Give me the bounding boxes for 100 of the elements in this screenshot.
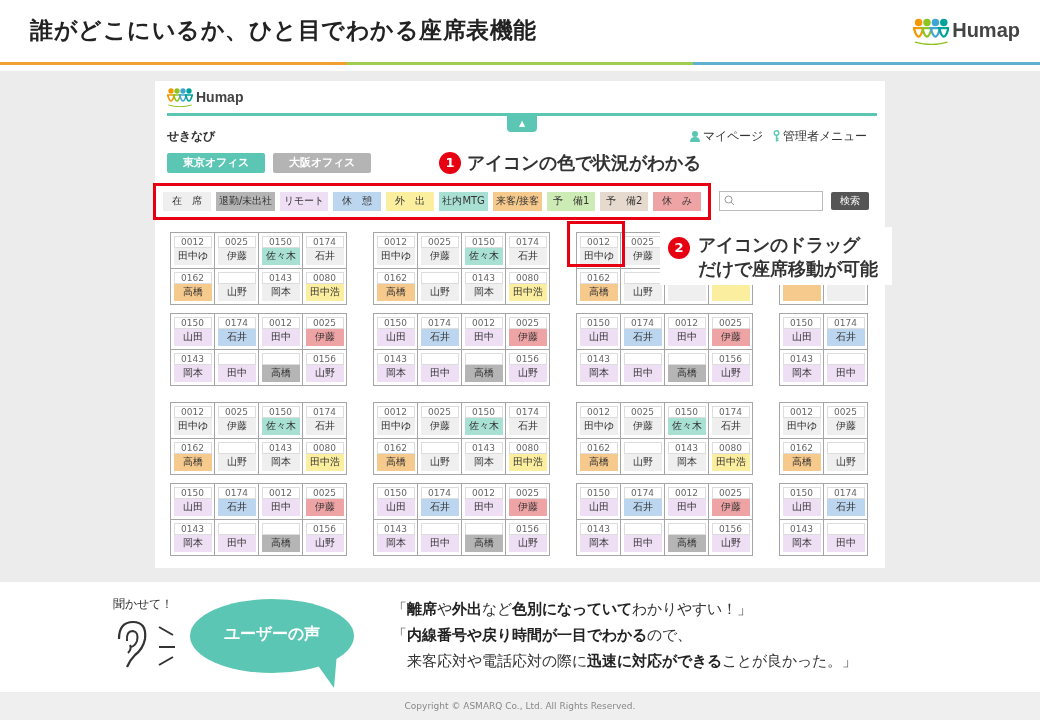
page-title: せきなび xyxy=(167,127,215,145)
extension-number: 0174 xyxy=(305,405,344,418)
extension-number: 0150 xyxy=(376,316,415,329)
status-legend-item: 社内MTG xyxy=(439,191,488,211)
extension-number: 0025 xyxy=(305,486,344,499)
status-legend-item: 外 出 xyxy=(386,191,435,211)
extension-number: 0025 xyxy=(217,235,256,248)
extension-number: 0150 xyxy=(782,316,821,329)
extension-number: 0025 xyxy=(623,405,662,418)
extension-number: 0156 xyxy=(711,352,750,365)
logo-icon xyxy=(167,86,193,107)
extension-number: 0080 xyxy=(305,271,344,284)
extension-number: 0143 xyxy=(173,522,212,535)
extension-number: 0156 xyxy=(305,352,344,365)
extension-number: 0143 xyxy=(261,441,300,454)
key-icon xyxy=(773,130,780,143)
extension-number: 0162 xyxy=(782,441,821,454)
extension-number: 0143 xyxy=(376,352,415,365)
status-legend-item: 来客/接客 xyxy=(492,191,543,211)
extension-number: 0174 xyxy=(623,486,662,499)
extension-number: 0174 xyxy=(711,405,750,418)
extension-number: 0162 xyxy=(579,271,618,284)
extension-number: 0080 xyxy=(305,441,344,454)
extension-number: 0012 xyxy=(376,405,415,418)
brand-name: Humap xyxy=(952,19,1020,43)
extension-number: 0162 xyxy=(579,441,618,454)
status-legend-item: 退勤/未出社 xyxy=(216,191,276,211)
status-legend-item: 予 備2 xyxy=(600,191,649,211)
user-quote: 「離席や外出など色別になっていてわかりやすい！」 xyxy=(392,599,753,621)
extension-number: 0174 xyxy=(826,316,865,329)
extension-number: 0156 xyxy=(305,522,344,535)
extension-number: 0150 xyxy=(376,486,415,499)
extension-number: 0025 xyxy=(420,405,459,418)
extension-number: 0025 xyxy=(508,486,547,499)
search-button[interactable]: 検索 xyxy=(831,192,870,211)
extension-number: 0150 xyxy=(464,235,503,248)
extension-number: 0150 xyxy=(464,405,503,418)
extension-number: 0025 xyxy=(826,405,865,418)
search-icon xyxy=(724,195,736,207)
extension-number: 0025 xyxy=(217,405,256,418)
extension-number: 0150 xyxy=(173,316,212,329)
extension-number: 0080 xyxy=(508,441,547,454)
extension-number: 0025 xyxy=(305,316,344,329)
extension-number: 0080 xyxy=(508,271,547,284)
extension-number: 0012 xyxy=(579,235,618,248)
extension-number: 0174 xyxy=(826,486,865,499)
person-icon xyxy=(690,130,700,142)
extension-number: 0162 xyxy=(173,441,212,454)
extension-number: 0174 xyxy=(508,405,547,418)
callout-text: アイコンの色で状況がわかる xyxy=(467,150,701,175)
extension-number: 0143 xyxy=(464,271,503,284)
app-brand-name: Humap xyxy=(196,88,244,105)
user-quote: 「内線番号や戻り時間が一目でわかるので、 xyxy=(392,625,693,647)
extension-number: 0174 xyxy=(305,235,344,248)
logo-icon xyxy=(912,16,950,45)
extension-number: 0156 xyxy=(711,522,750,535)
extension-number: 0012 xyxy=(782,405,821,418)
copyright: Copyright © ASMARQ Co., Ltd. All Rights Reserved. xyxy=(404,701,636,711)
extension-number: 0143 xyxy=(579,522,618,535)
callout-text: だけで座席移動が可能 xyxy=(698,256,878,281)
search-field[interactable] xyxy=(719,191,824,212)
extension-number: 0025 xyxy=(420,235,459,248)
extension-number: 0025 xyxy=(711,486,750,499)
number-badge: 2 xyxy=(668,236,690,259)
extension-number: 0143 xyxy=(782,352,821,365)
extension-number: 0156 xyxy=(508,522,547,535)
status-legend-item: 予 備1 xyxy=(547,191,596,211)
extension-number: 0012 xyxy=(376,235,415,248)
extension-number: 0174 xyxy=(217,486,256,499)
extension-number: 0143 xyxy=(579,352,618,365)
extension-number: 0150 xyxy=(261,405,300,418)
callout-text: アイコンのドラッグ xyxy=(698,232,862,257)
extension-number: 0156 xyxy=(508,352,547,365)
extension-number: 0143 xyxy=(782,522,821,535)
number-badge: 1 xyxy=(439,151,461,174)
extension-number: 0174 xyxy=(420,316,459,329)
extension-number: 0174 xyxy=(623,316,662,329)
extension-number: 0012 xyxy=(173,405,212,418)
extension-number: 0012 xyxy=(667,486,706,499)
extension-number: 0143 xyxy=(464,441,503,454)
extension-number: 0143 xyxy=(376,522,415,535)
header-link[interactable]: 管理者メニュー xyxy=(773,127,867,145)
extension-number: 0080 xyxy=(711,441,750,454)
header-link[interactable]: マイページ xyxy=(690,127,763,145)
extension-number: 0162 xyxy=(376,271,415,284)
extension-number: 0025 xyxy=(508,316,547,329)
extension-number: 0012 xyxy=(261,486,300,499)
extension-number: 0025 xyxy=(711,316,750,329)
extension-number: 0174 xyxy=(217,316,256,329)
bubble-label: ユーザーの声 xyxy=(222,624,321,646)
status-legend-item: リモート xyxy=(280,191,329,211)
prompt-text: 聞かせて！ xyxy=(113,596,174,614)
extension-number: 0174 xyxy=(508,235,547,248)
user-quote: 来客応対や電話応対の際に迅速に対応ができることが良かった。」 xyxy=(406,651,857,673)
extension-number: 0150 xyxy=(667,405,706,418)
slide-title: 誰がどこにいるか、ひと目でわかる座席表機能 xyxy=(30,16,537,46)
extension-number: 0150 xyxy=(782,486,821,499)
extension-number: 0143 xyxy=(173,352,212,365)
extension-number: 0150 xyxy=(579,316,618,329)
extension-number: 0012 xyxy=(173,235,212,248)
